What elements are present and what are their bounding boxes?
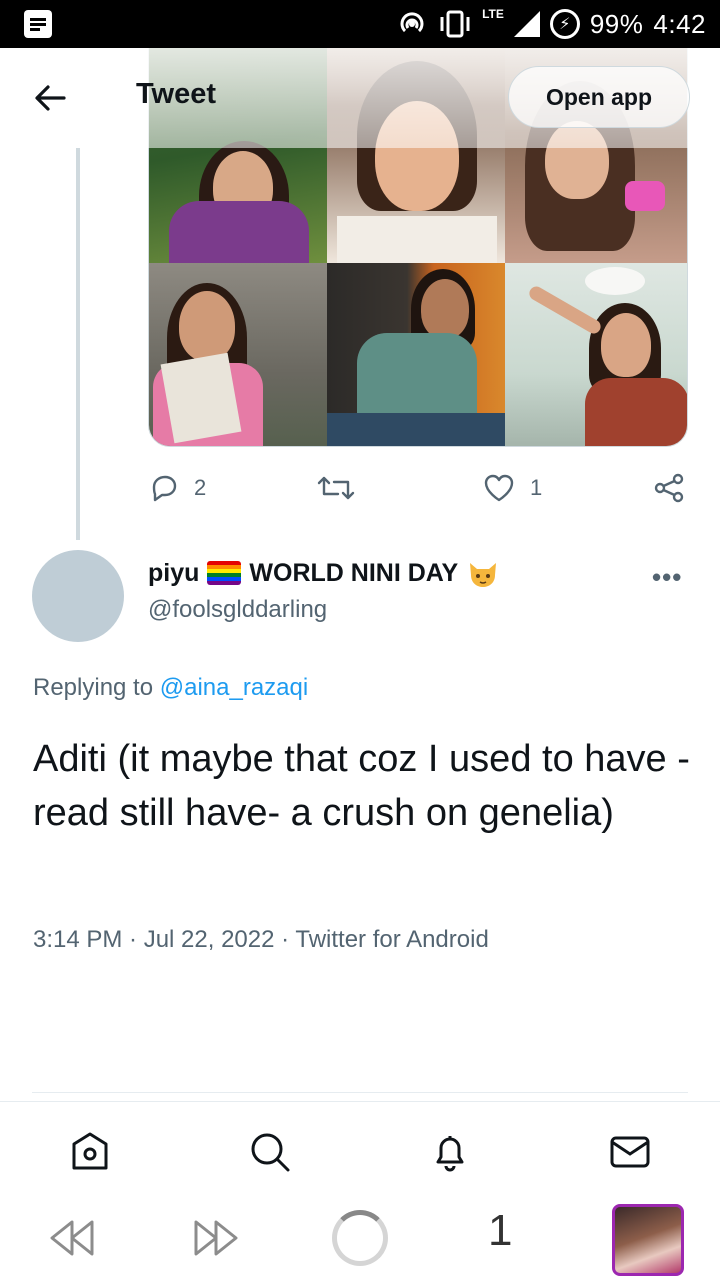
divider [32,1092,688,1093]
tweet-actions: 2 1 [148,466,688,510]
cat-emoji-icon [470,563,497,587]
battery-charging-icon: ⚡ [549,9,580,39]
network-type: LTE [482,7,504,21]
display-name-part2: WORLD NINI DAY [249,558,459,587]
messages-icon[interactable] [608,1130,652,1174]
search-icon[interactable] [248,1130,292,1174]
open-app-button[interactable]: Open app [508,66,690,128]
like-action[interactable]: 1 [482,466,542,510]
page-title: Tweet [136,78,217,110]
more-icon[interactable]: ••• [652,562,682,593]
back-arrow-icon[interactable] [30,78,70,118]
top-app-bar: Tweet Open app [0,48,720,148]
display-name[interactable]: piyu WORLD NINI DAY [148,556,500,590]
like-count: 1 [530,475,543,500]
replying-to: Replying to @aina_razaqi [33,674,308,702]
vibrate-icon [440,10,470,38]
retweet-action[interactable] [316,466,356,510]
browser-toolbar: 1 [0,1196,720,1280]
home-icon[interactable] [68,1130,112,1174]
status-bar: LTE ⚡ 99% 4:42 [0,0,720,48]
thread-connector-line [76,148,80,540]
media-tile-6 [505,263,687,446]
browser-back-icon[interactable] [46,1218,98,1258]
battery-percent: 99% [589,8,644,39]
reply-count: 2 [194,475,207,500]
hotspot-icon [400,12,424,33]
clock: 4:42 [653,8,706,39]
tweet-timestamp[interactable]: 3:14 PM · Jul 22, 2022 · Twitter for And… [33,926,489,954]
share-action[interactable] [652,466,686,510]
rainbow-flag-icon [207,561,242,585]
status-icons: LTE ⚡ 99% 4:42 [396,6,706,42]
retweet-icon [317,476,355,500]
profile-thumbnail[interactable] [612,1204,684,1276]
loading-spinner-icon[interactable] [332,1210,388,1266]
browser-forward-icon[interactable] [190,1218,242,1258]
tweet-text: Aditi (it maybe that coz I used to have … [33,738,690,834]
tab-count[interactable]: 1 [488,1206,512,1256]
replying-to-mention[interactable]: @aina_razaqi [160,674,308,701]
share-icon [654,473,684,503]
replying-prefix: Replying to [33,674,154,701]
reply-icon [152,475,177,502]
media-tile-4 [149,263,327,446]
avatar[interactable] [32,550,124,642]
notification-icon [24,10,52,38]
notifications-icon[interactable] [428,1130,472,1174]
signal-icon [513,11,540,37]
bottom-nav-divider [0,1101,720,1102]
screen: LTE ⚡ 99% 4:42 Tweet Open app 2 1 piyu W… [0,0,720,1280]
media-tile-5 [327,263,505,446]
reply-action[interactable]: 2 [148,466,206,510]
like-icon [484,474,514,502]
user-handle[interactable]: @foolsglddarling [148,596,327,624]
display-name-part1: piyu [148,558,200,587]
